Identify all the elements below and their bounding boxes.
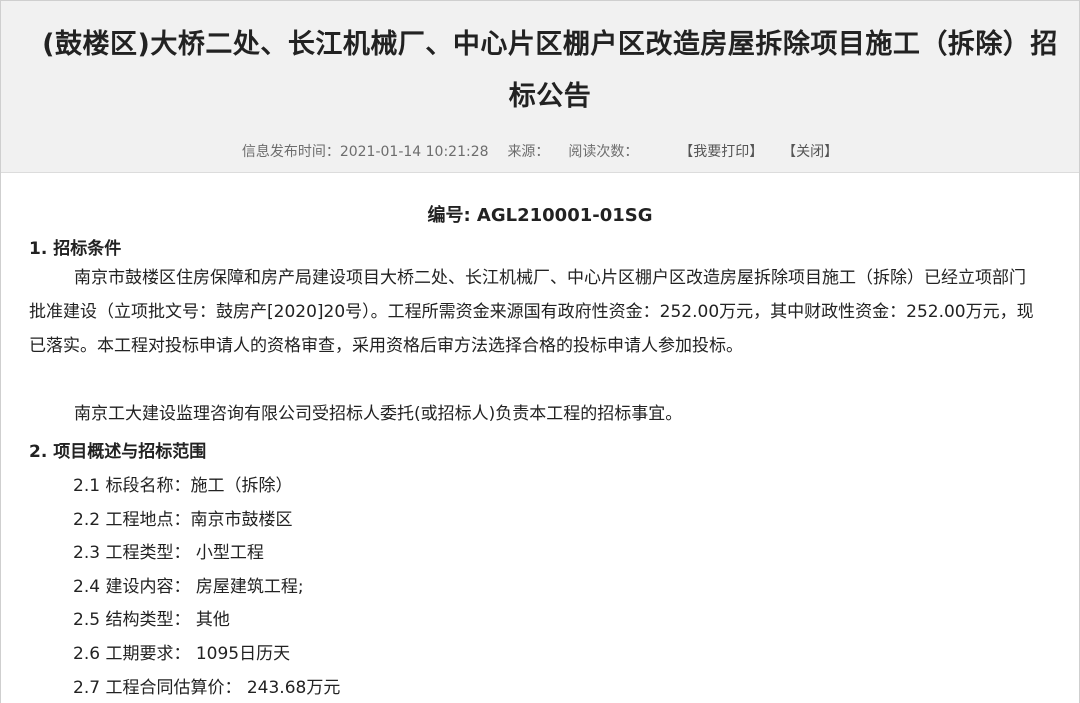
list-item: 2.3 工程类型： 小型工程 <box>73 543 264 563</box>
agency-paragraph: 南京工大建设监理咨询有限公司受招标人委托(或招标人)负责本工程的招标事宜。 <box>74 404 683 424</box>
close-link[interactable]: 【关闭】 <box>782 144 838 160</box>
list-item: 2.7 工程合同估算价： 243.68万元 <box>73 678 341 698</box>
announcement-header: (鼓楼区)大桥二处、长江机械厂、中心片区棚户区改造房屋拆除项目施工（拆除）招标公… <box>1 1 1079 173</box>
list-item: 2.5 结构类型： 其他 <box>73 610 230 630</box>
list-item: 2.2 工程地点：南京市鼓楼区 <box>73 510 293 530</box>
list-item: 2.1 标段名称：施工（拆除） <box>73 476 293 496</box>
source-label: 来源： <box>507 144 550 160</box>
publish-time-label: 信息发布时间： <box>241 144 340 160</box>
announcement-page: (鼓楼区)大桥二处、长江机械厂、中心片区棚户区改造房屋拆除项目施工（拆除）招标公… <box>0 0 1080 703</box>
bidding-conditions-paragraph: 南京市鼓楼区住房保障和房产局建设项目大桥二处、长江机械厂、中心片区棚户区改造房屋… <box>29 268 1034 356</box>
print-link[interactable]: 【我要打印】 <box>679 144 763 160</box>
read-count-label: 阅读次数： <box>568 144 639 160</box>
announcement-body: 编号: AGL210001-01SG 1. 招标条件 南京市鼓楼区住房保障和房产… <box>1 173 1079 703</box>
document-number: 编号: AGL210001-01SG <box>427 205 653 226</box>
section-heading-project-overview: 2. 项目概述与招标范围 <box>29 442 207 462</box>
meta-bar: 信息发布时间：2021-01-14 10:21:28 来源： 阅读次数： 【我要… <box>1 141 1079 161</box>
publish-time: 2021-01-14 10:21:28 <box>339 144 489 160</box>
list-item: 2.6 工期要求： 1095日历天 <box>73 644 291 664</box>
list-item: 2.4 建设内容： 房屋建筑工程; <box>73 577 304 597</box>
page-title: (鼓楼区)大桥二处、长江机械厂、中心片区棚户区改造房屋拆除项目施工（拆除）招标公… <box>42 29 1058 112</box>
section-heading-bidding-conditions: 1. 招标条件 <box>29 239 122 259</box>
